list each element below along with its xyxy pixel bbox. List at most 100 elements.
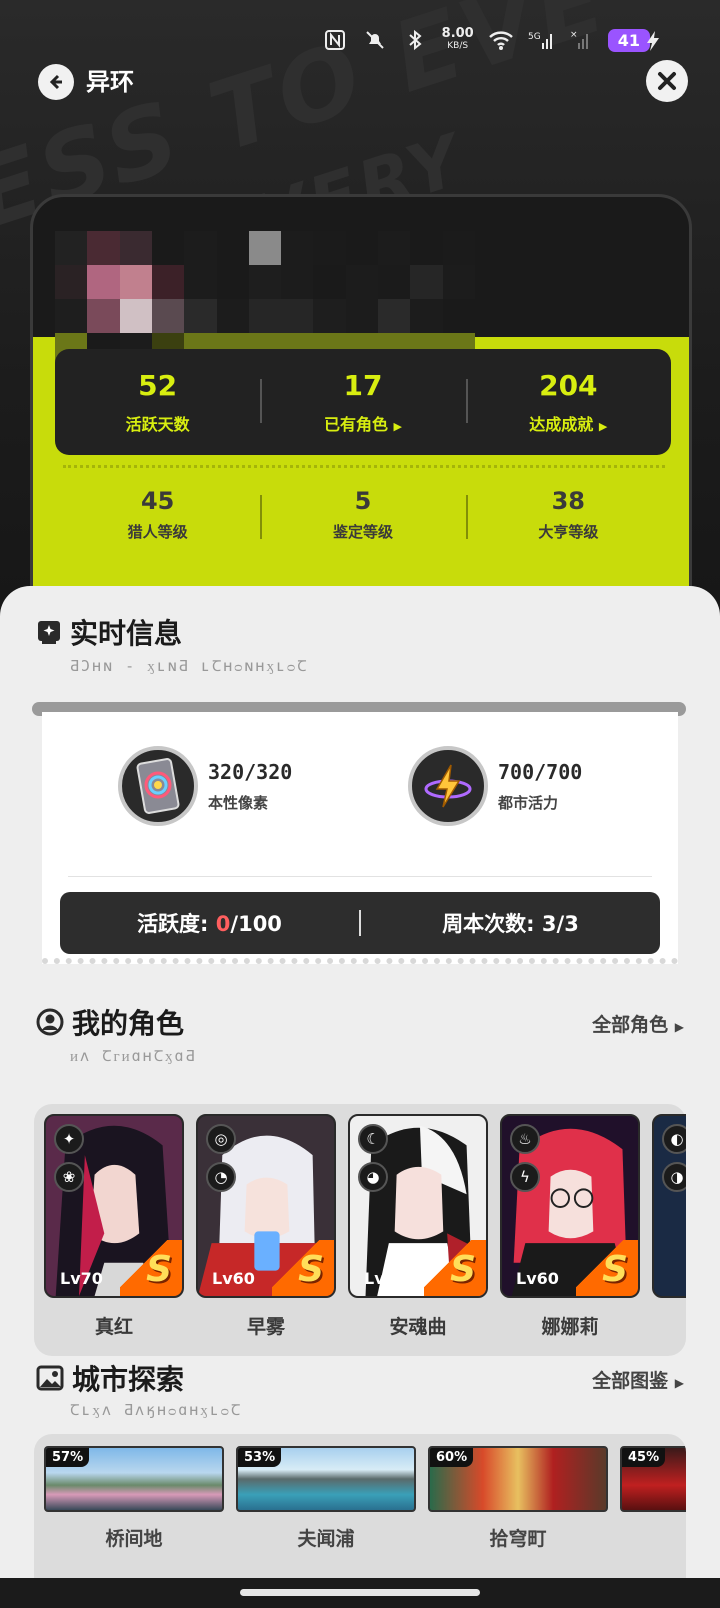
- character-level: Lv70: [60, 1269, 103, 1288]
- area-name: 桥间地: [105, 1528, 163, 1550]
- section-subtitle: ƋƆʜɴ - ӽʟɴƋ ʟꞆʜᴑɴʜӽʟᴑꞆ: [70, 657, 309, 675]
- element-icon: ✦: [54, 1124, 84, 1154]
- element-icon: ☾: [358, 1124, 388, 1154]
- element-icon: ♨: [510, 1124, 540, 1154]
- city-section-header: 城市探索: [36, 1358, 184, 1398]
- close-button[interactable]: [646, 60, 688, 102]
- character-card[interactable]: ☾ ◕ Lv60 S 安魂曲: [348, 1114, 488, 1339]
- area-progress: 60%: [430, 1448, 474, 1467]
- wifi-icon: [488, 27, 514, 53]
- stat-label: 鉴定等级: [332, 522, 393, 541]
- area-name: 夫闻浦: [297, 1528, 355, 1550]
- stat-label: 活跃天数: [125, 415, 190, 434]
- character-level: Lv60: [364, 1269, 407, 1288]
- svg-text:×: ×: [570, 30, 578, 40]
- back-arrow-icon: [49, 74, 62, 90]
- type-icon: ϟ: [510, 1162, 540, 1192]
- lightning-orb-icon: [408, 746, 488, 826]
- signal-5g-icon: 5G: [528, 27, 554, 53]
- character-card[interactable]: ✦ ❀ Lv70 S 真红: [44, 1114, 184, 1339]
- character-portrait: ◐ ◑: [652, 1114, 686, 1298]
- profile-card: 52 活跃天数 17 已有角色 ▶ 204 达成成就 ▶ 45 猎人等级 5 鉴…: [30, 194, 692, 634]
- city-area-card[interactable]: 53% 夫闻浦: [236, 1446, 416, 1551]
- all-characters-link[interactable]: 全部角色 ▶: [592, 1010, 684, 1037]
- stat-label: 大亨等级: [538, 522, 599, 541]
- area-thumbnail: 57%: [44, 1446, 224, 1512]
- triangle-right-icon: ▶: [674, 1020, 684, 1034]
- battery-level: 41: [607, 28, 650, 52]
- active-days-stat: 52 活跃天数: [55, 369, 260, 435]
- realtime-info-icon: [38, 621, 60, 644]
- area-progress: 57%: [46, 1448, 90, 1467]
- weekly-count: 周本次数: 3/3: [442, 912, 579, 936]
- resource-value: 320/320: [208, 759, 293, 784]
- area-name: 拾穹町: [489, 1528, 547, 1550]
- blurred-avatar-mosaic: [55, 231, 475, 367]
- rank-badge: S: [576, 1240, 638, 1296]
- network-speed: 8.00 KB/S: [441, 26, 474, 51]
- pixel-resource: 320/320 本性像素: [118, 746, 292, 826]
- triangle-right-icon: ▶: [598, 420, 608, 433]
- area-thumbnail: 45%: [620, 1446, 686, 1512]
- level-stats: 45 猎人等级 5 鉴定等级 38 大亨等级: [55, 477, 671, 551]
- back-button[interactable]: [38, 64, 74, 100]
- character-name: 真红: [94, 1316, 133, 1338]
- stat-value: 17: [343, 369, 383, 402]
- element-icon: ◐: [662, 1124, 686, 1154]
- vitality-resource: 700/700 都市活力: [408, 746, 582, 826]
- appraisal-level-stat: 5 鉴定等级: [260, 487, 465, 542]
- type-icon: ◑: [662, 1162, 686, 1192]
- area-progress: 45%: [622, 1448, 666, 1467]
- city-area-card[interactable]: 60% 拾穹町: [428, 1446, 608, 1551]
- stat-value: 204: [539, 369, 598, 402]
- character-level: Lv60: [516, 1269, 559, 1288]
- signal-icon: ×: [568, 27, 594, 53]
- city-area-card-partial[interactable]: 45%: [620, 1446, 686, 1524]
- city-area-card[interactable]: 57% 桥间地: [44, 1446, 224, 1551]
- divider: [68, 876, 652, 877]
- section-subtitle: ᴎʌ ꞆᴦᴎɑʜꞆӽɑƋ: [70, 1047, 197, 1065]
- tycoon-level-stat: 38 大亨等级: [465, 486, 671, 542]
- area-progress: 53%: [238, 1448, 282, 1467]
- type-icon: ❀: [54, 1162, 84, 1192]
- characters-section-header: 我的角色: [36, 1002, 184, 1042]
- area-thumbnail: 53%: [236, 1446, 416, 1512]
- triangle-right-icon: ▶: [393, 420, 403, 433]
- resource-value: 700/700: [498, 759, 583, 784]
- character-level: Lv60: [212, 1269, 255, 1288]
- charging-icon: [646, 30, 660, 56]
- mute-icon: [362, 27, 388, 53]
- home-indicator[interactable]: [240, 1589, 480, 1596]
- section-subtitle: Ꞇʟӽʌ ƋʌӄʜᴑɑʜӽʟᴑꞆ: [70, 1401, 243, 1419]
- character-list[interactable]: ✦ ❀ Lv70 S 真红 ◎ ◔ Lv60 S 早雾 ☾ ◕ Lv60 S 安…: [34, 1104, 686, 1356]
- activity-progress: 活跃度: 0/100: [137, 912, 282, 936]
- character-card[interactable]: ◎ ◔ Lv60 S 早雾: [196, 1114, 336, 1339]
- all-gallery-link[interactable]: 全部图鉴 ▶: [592, 1366, 684, 1393]
- status-bar: 8.00 KB/S 5G × 41: [322, 22, 650, 58]
- realtime-section-header: 实时信息: [36, 612, 182, 652]
- character-portrait: ☾ ◕ Lv60 S: [348, 1114, 488, 1298]
- character-name: 安魂曲: [389, 1316, 447, 1338]
- resource-label: 都市活力: [498, 793, 559, 812]
- character-portrait: ◎ ◔ Lv60 S: [196, 1114, 336, 1298]
- pixel-card-icon: [118, 746, 198, 826]
- stat-label: 已有角色 ▶: [323, 415, 403, 434]
- character-card[interactable]: ♨ ϟ Lv60 S 娜娜莉: [500, 1114, 640, 1339]
- character-name: 娜娜莉: [541, 1316, 599, 1338]
- content-sheet: 实时信息 ƋƆʜɴ - ӽʟɴƋ ʟꞆʜᴑɴʜӽʟᴑꞆ 320/320 本性像素…: [0, 586, 720, 1608]
- achievements-stat[interactable]: 204 达成成就 ▶: [465, 369, 671, 435]
- character-avatar-icon: [36, 1008, 64, 1036]
- element-icon: ◎: [206, 1124, 236, 1154]
- rank-badge: S: [272, 1240, 334, 1296]
- character-portrait: ✦ ❀ Lv70 S: [44, 1114, 184, 1298]
- character-card-partial[interactable]: ◐ ◑: [652, 1114, 686, 1298]
- rank-badge: S: [424, 1240, 486, 1296]
- stat-value: 38: [551, 486, 586, 515]
- triangle-right-icon: ▶: [674, 1376, 684, 1390]
- image-gallery-icon: [36, 1365, 64, 1391]
- owned-characters-stat[interactable]: 17 已有角色 ▶: [260, 369, 465, 435]
- stat-label: 达成成就 ▶: [529, 415, 608, 434]
- stat-value: 52: [138, 369, 178, 402]
- divider: [63, 465, 665, 468]
- hunter-level-stat: 45 猎人等级: [55, 487, 260, 542]
